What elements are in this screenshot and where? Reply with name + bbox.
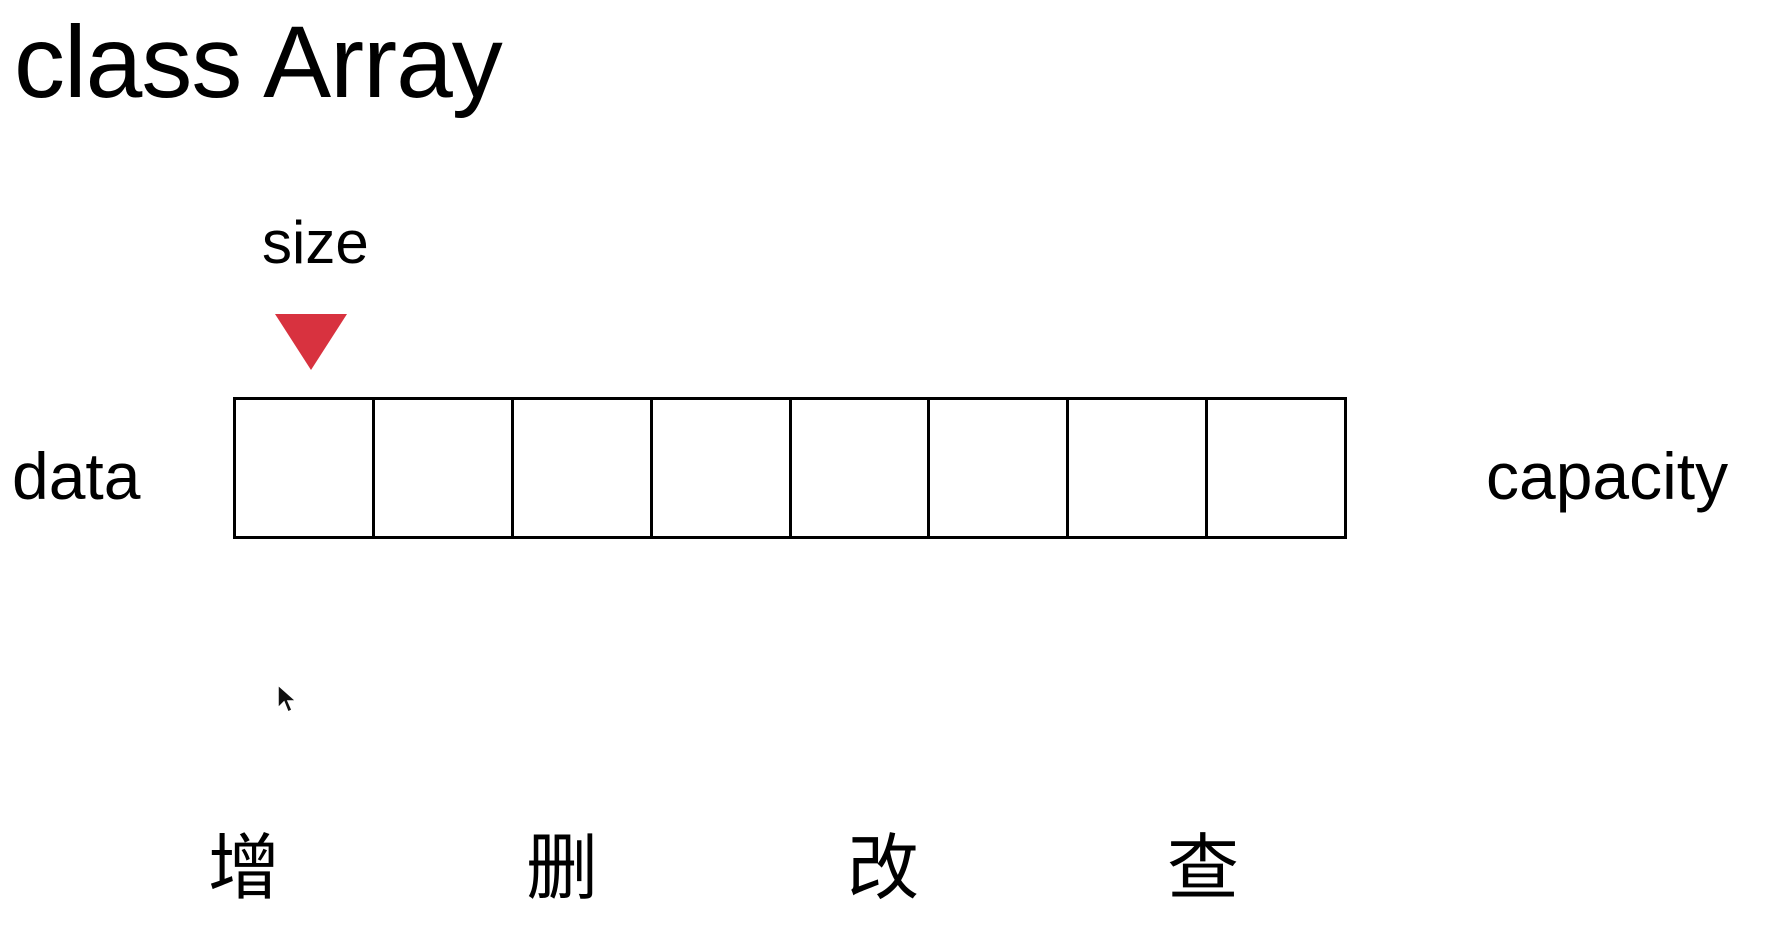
array-cell [653, 400, 792, 536]
data-label: data [12, 439, 141, 513]
slide-title: class Array [14, 5, 503, 119]
array-boxes [233, 397, 1347, 539]
operation-add: 增 [208, 826, 281, 910]
array-cell [1069, 400, 1209, 536]
operation-delete: 删 [526, 826, 599, 910]
triangle-down-icon [275, 314, 347, 370]
array-cell [514, 400, 653, 536]
operation-update: 改 [847, 826, 920, 910]
array-cell [375, 400, 514, 536]
size-pointer-label: size [262, 209, 369, 276]
array-cell [792, 400, 931, 536]
operation-query: 查 [1167, 826, 1240, 910]
mouse-cursor-icon [277, 684, 296, 714]
slide: class Array size data capacity 增 删 改 查 [0, 0, 1776, 932]
array-cell [236, 400, 375, 536]
capacity-label: capacity [1486, 439, 1729, 513]
array-cell [930, 400, 1070, 536]
array-cell [1208, 400, 1344, 536]
